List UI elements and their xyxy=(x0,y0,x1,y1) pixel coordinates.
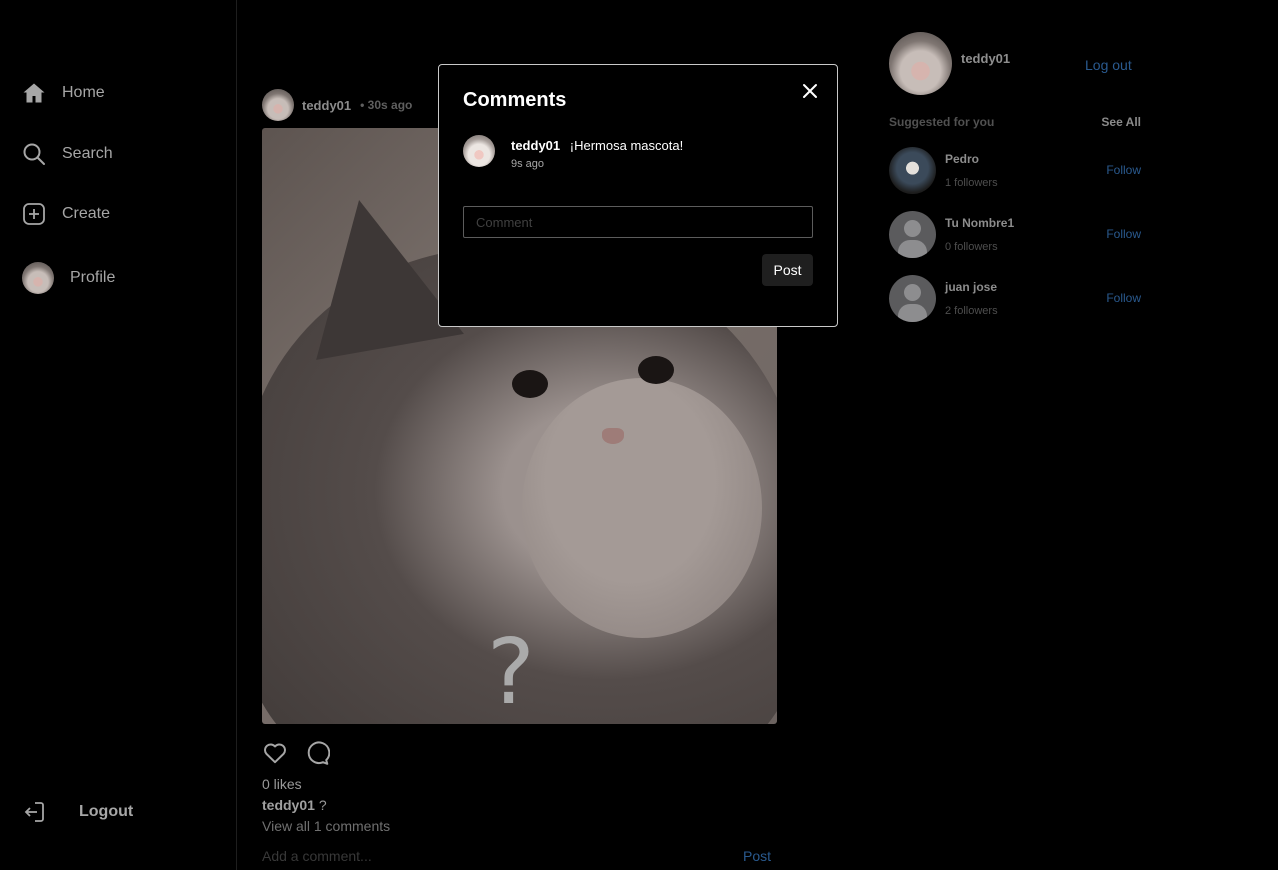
suggestion-item: Pedro 1 followers Follow xyxy=(889,146,1141,194)
default-avatar-icon[interactable] xyxy=(889,210,936,258)
home-icon xyxy=(22,81,46,105)
comment-text: ¡Hermosa mascota! xyxy=(569,138,684,153)
post-actions xyxy=(262,740,331,766)
close-icon[interactable] xyxy=(799,80,821,102)
suggestion-followers: 1 followers xyxy=(945,176,998,189)
post-timestamp: • 30s ago xyxy=(360,98,413,112)
sidebar-item-label: Home xyxy=(62,84,105,101)
post-button[interactable]: Post xyxy=(762,254,813,286)
post-comment-button[interactable]: Post xyxy=(743,848,771,864)
default-avatar-icon[interactable] xyxy=(889,274,936,322)
suggestion-followers: 2 followers xyxy=(945,304,998,317)
search-icon xyxy=(22,142,46,166)
follow-button[interactable]: Follow xyxy=(1106,291,1141,305)
view-all-comments-link[interactable]: View all 1 comments xyxy=(262,818,390,834)
sidebar-item-label: Profile xyxy=(70,269,116,286)
sidebar-item-search[interactable]: Search xyxy=(22,136,113,172)
caption-text: ? xyxy=(318,797,327,813)
post-likes: 0 likes xyxy=(262,776,302,792)
sidebar-item-create[interactable]: Create xyxy=(22,196,110,232)
add-comment-row: Add a comment... Post xyxy=(262,848,777,864)
suggestion-name[interactable]: juan jose xyxy=(945,280,1106,294)
comment-username[interactable]: teddy01 xyxy=(511,138,560,153)
logout-label: Logout xyxy=(79,803,134,820)
comment-input[interactable] xyxy=(463,206,813,238)
sidebar-item-profile[interactable]: Profile xyxy=(22,260,115,296)
add-comment-input[interactable]: Add a comment... xyxy=(262,848,372,864)
heart-icon[interactable] xyxy=(262,740,288,766)
follow-button[interactable]: Follow xyxy=(1106,163,1141,177)
suggestion-followers: 0 followers xyxy=(945,240,998,253)
modal-title: Comments xyxy=(463,89,567,111)
avatar[interactable] xyxy=(889,32,952,95)
see-all-link[interactable]: See All xyxy=(1101,115,1141,129)
avatar[interactable] xyxy=(463,135,495,167)
current-username[interactable]: teddy01 xyxy=(961,51,1010,66)
sidebar-item-home[interactable]: Home xyxy=(22,75,105,111)
suggested-header: Suggested for you See All xyxy=(889,115,1141,129)
logout-icon xyxy=(22,800,46,824)
sidebar-item-label: Search xyxy=(62,145,113,162)
suggestion-item: juan jose 2 followers Follow xyxy=(889,274,1141,322)
avatar[interactable] xyxy=(889,146,936,194)
sidebar: Home Search Create Profile Logout xyxy=(0,0,237,870)
avatar xyxy=(22,262,54,294)
suggested-title: Suggested for you xyxy=(889,115,995,129)
suggestion-name[interactable]: Tu Nombre1 xyxy=(945,216,1106,230)
post-header: teddy01 • 30s ago xyxy=(262,89,412,121)
plus-square-icon xyxy=(22,202,46,226)
logout-link[interactable]: Log out xyxy=(1085,57,1132,73)
comment-item: teddy01 ¡Hermosa mascota! 9s ago xyxy=(463,135,683,170)
follow-button[interactable]: Follow xyxy=(1106,227,1141,241)
post-caption: teddy01 ? xyxy=(262,797,327,813)
post-username[interactable]: teddy01 xyxy=(302,98,351,113)
comment-timestamp: 9s ago xyxy=(511,158,545,170)
avatar[interactable] xyxy=(262,89,294,121)
caption-username[interactable]: teddy01 xyxy=(262,797,315,813)
current-user: teddy01 xyxy=(889,32,1010,95)
sidebar-item-label: Create xyxy=(62,205,111,222)
post-image-mark: ? xyxy=(487,620,535,724)
suggestion-name[interactable]: Pedro xyxy=(945,152,1106,166)
comment-icon[interactable] xyxy=(304,740,331,766)
comments-modal: Comments teddy01 ¡Hermosa mascota! 9s ag… xyxy=(438,64,838,327)
sidebar-item-logout[interactable]: Logout xyxy=(22,794,133,830)
suggestion-item: Tu Nombre1 0 followers Follow xyxy=(889,210,1141,258)
